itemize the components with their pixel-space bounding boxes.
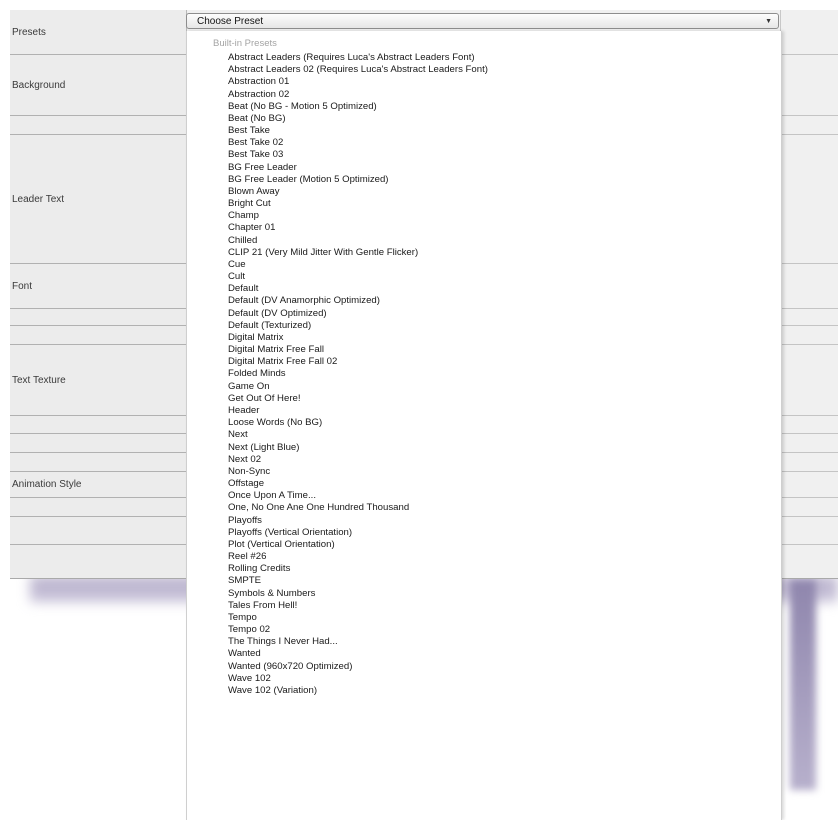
- preset-menu-item[interactable]: Best Take 03: [228, 149, 488, 161]
- preset-menu-item[interactable]: Wave 102 (Variation): [228, 685, 488, 697]
- param-row-presets[interactable]: Presets: [10, 10, 186, 55]
- param-label: Font: [12, 280, 33, 292]
- preset-menu-item[interactable]: Abstraction 01: [228, 76, 488, 88]
- param-row-empty[interactable]: [10, 309, 186, 326]
- preset-menu-item[interactable]: Chapter 01: [228, 222, 488, 234]
- preset-menu-item[interactable]: Digital Matrix Free Fall 02: [228, 356, 488, 368]
- preset-menu-item[interactable]: Loose Words (No BG): [228, 417, 488, 429]
- preset-menu-item[interactable]: Symbols & Numbers: [228, 588, 488, 600]
- preset-menu-item[interactable]: Chilled: [228, 235, 488, 247]
- param-label: Background: [12, 79, 66, 91]
- preset-dropdown-menu[interactable]: Built-in Presets Abstract Leaders (Requi…: [186, 31, 782, 820]
- preset-menu-item[interactable]: Best Take: [228, 125, 488, 137]
- preset-menu-item[interactable]: Offstage: [228, 478, 488, 490]
- preset-menu-item[interactable]: The Things I Never Had...: [228, 636, 488, 648]
- preset-menu-item[interactable]: Non-Sync: [228, 466, 488, 478]
- preset-menu-item[interactable]: Wanted: [228, 648, 488, 660]
- preset-menu-item[interactable]: Plot (Vertical Orientation): [228, 539, 488, 551]
- preset-menu-item[interactable]: Next 02: [228, 454, 488, 466]
- preset-select-value: Choose Preset: [197, 15, 264, 27]
- chevron-down-icon: ▼: [765, 17, 772, 25]
- preset-select[interactable]: Choose Preset ▼: [186, 13, 779, 29]
- preset-menu-item[interactable]: BG Free Leader: [228, 162, 488, 174]
- preset-menu-item[interactable]: Next (Light Blue): [228, 442, 488, 454]
- preset-menu-item[interactable]: Tempo 02: [228, 624, 488, 636]
- param-row-empty[interactable]: [10, 453, 186, 472]
- param-row-empty[interactable]: [10, 434, 186, 453]
- preset-menu-item[interactable]: Beat (No BG - Motion 5 Optimized): [228, 101, 488, 113]
- preset-menu-item[interactable]: Reel #26: [228, 551, 488, 563]
- preset-menu-item[interactable]: Champ: [228, 210, 488, 222]
- preset-menu-item[interactable]: Digital Matrix: [228, 332, 488, 344]
- param-label: Presets: [12, 26, 46, 38]
- preset-menu-item[interactable]: Get Out Of Here!: [228, 393, 488, 405]
- param-row-empty[interactable]: [10, 498, 186, 517]
- param-row-font[interactable]: Font: [10, 264, 186, 309]
- preset-menu-item[interactable]: One, No One Ane One Hundred Thousand: [228, 502, 488, 514]
- preset-menu-item[interactable]: Once Upon A Time...: [228, 490, 488, 502]
- param-row-empty[interactable]: [10, 416, 186, 434]
- param-row-empty[interactable]: [10, 116, 186, 135]
- preset-menu-item[interactable]: Default (Texturized): [228, 320, 488, 332]
- param-label: Animation Style: [12, 479, 82, 490]
- preset-list: Abstract Leaders (Requires Luca's Abstra…: [228, 52, 488, 697]
- preset-menu-item[interactable]: Default (DV Anamorphic Optimized): [228, 295, 488, 307]
- param-row-animation-style[interactable]: Animation Style: [10, 472, 186, 498]
- preset-menu-item[interactable]: SMPTE: [228, 575, 488, 587]
- preset-menu-item[interactable]: Rolling Credits: [228, 563, 488, 575]
- preset-menu-item[interactable]: Playoffs (Vertical Orientation): [228, 527, 488, 539]
- preset-menu-item[interactable]: Header: [228, 405, 488, 417]
- preset-menu-item[interactable]: Abstract Leaders 02 (Requires Luca's Abs…: [228, 64, 488, 76]
- param-label: Text Texture: [12, 374, 66, 386]
- param-row-text-texture[interactable]: Text Texture: [10, 345, 186, 416]
- preset-menu-item[interactable]: Folded Minds: [228, 368, 488, 380]
- preset-menu-item[interactable]: Tempo: [228, 612, 488, 624]
- param-row-background[interactable]: Background: [10, 55, 186, 116]
- preset-menu-item[interactable]: Best Take 02: [228, 137, 488, 149]
- preset-menu-item[interactable]: Wanted (960x720 Optimized): [228, 661, 488, 673]
- param-row-empty[interactable]: [10, 545, 186, 578]
- preset-menu-item[interactable]: Tales From Hell!: [228, 600, 488, 612]
- preset-menu-item[interactable]: Default (DV Optimized): [228, 308, 488, 320]
- preset-menu-item[interactable]: Bright Cut: [228, 198, 488, 210]
- preset-menu-item[interactable]: Wave 102: [228, 673, 488, 685]
- param-label: Leader Text: [12, 193, 65, 205]
- preset-menu-item[interactable]: Abstraction 02: [228, 89, 488, 101]
- preset-menu-item[interactable]: Next: [228, 429, 488, 441]
- param-row-leader-text[interactable]: Leader Text: [10, 135, 186, 264]
- preset-menu-item[interactable]: Cult: [228, 271, 488, 283]
- preset-menu-item[interactable]: Default: [228, 283, 488, 295]
- preset-menu-item[interactable]: Cue: [228, 259, 488, 271]
- parameter-labels-column: Presets Background Leader Text Font Text…: [10, 10, 187, 578]
- preset-menu-item[interactable]: CLIP 21 (Very Mild Jitter With Gentle Fl…: [228, 247, 488, 259]
- dropdown-shadow: [790, 580, 816, 790]
- preset-menu-item[interactable]: Playoffs: [228, 515, 488, 527]
- preset-menu-item[interactable]: Game On: [228, 381, 488, 393]
- param-row-empty[interactable]: [10, 517, 186, 545]
- preset-menu-item[interactable]: Digital Matrix Free Fall: [228, 344, 488, 356]
- preset-menu-item[interactable]: BG Free Leader (Motion 5 Optimized): [228, 174, 488, 186]
- preset-menu-item[interactable]: Abstract Leaders (Requires Luca's Abstra…: [228, 52, 488, 64]
- preset-menu-item[interactable]: Blown Away: [228, 186, 488, 198]
- menu-section-header: Built-in Presets: [213, 38, 277, 49]
- param-row-empty[interactable]: [10, 326, 186, 345]
- preset-menu-item[interactable]: Beat (No BG): [228, 113, 488, 125]
